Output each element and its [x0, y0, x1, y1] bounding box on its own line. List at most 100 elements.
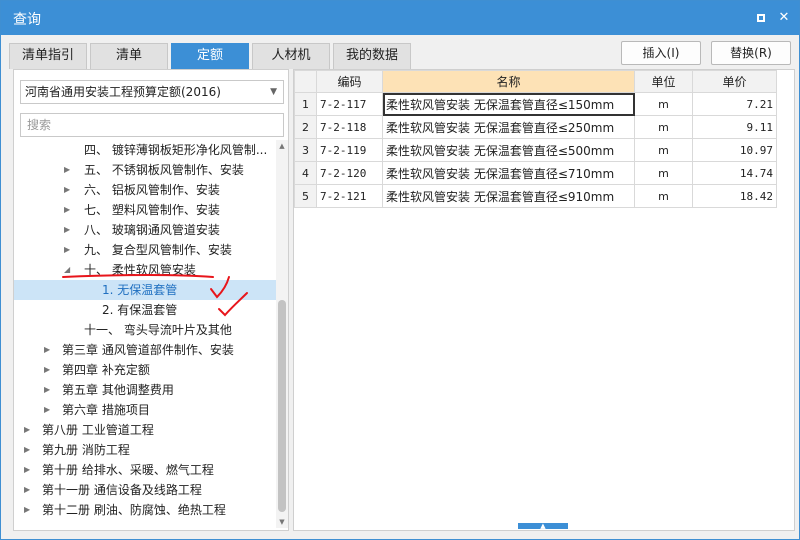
tree-item-label: 第八册 工业管道工程	[42, 423, 154, 437]
tree-item[interactable]: ▶ 六、 铝板风管制作、安装	[14, 180, 276, 200]
code-column-header[interactable]: 编码	[316, 70, 383, 93]
unit-cell[interactable]: m	[634, 138, 693, 162]
unit-cell[interactable]: m	[634, 92, 693, 116]
replace-button[interactable]: 替换(R)	[711, 41, 791, 65]
price-cell[interactable]: 9.11	[692, 115, 777, 139]
tree-item[interactable]: 1. 无保温套管	[14, 280, 276, 300]
tree-item[interactable]: ▶ 第十二册 刷油、防腐蚀、绝热工程	[14, 500, 276, 520]
chapter-tree: 四、 镀锌薄钢板矩形净化风管制... ▶ 五、 不锈钢板风管制作、安装 ▶ 六、 铝板风…	[14, 140, 276, 528]
tree-item[interactable]: ▶ 第九册 消防工程	[14, 440, 276, 460]
tree-item[interactable]: 十一、 弯头导流叶片及其他	[14, 320, 276, 340]
name-cell[interactable]: 柔性软风管安装 无保温套管直径≤910mm	[382, 184, 635, 208]
tree-item[interactable]: ▶ 八、 玻璃钢通风管道安装	[14, 220, 276, 240]
expand-arrow-icon[interactable]: ▶	[24, 500, 30, 520]
tree-item[interactable]: 2. 有保温套管	[14, 300, 276, 320]
price-column-header[interactable]: 单价	[692, 70, 777, 93]
tree-item[interactable]: ▶ 第八册 工业管道工程	[14, 420, 276, 440]
tree-item-label: 第九册 消防工程	[42, 443, 130, 457]
insert-button[interactable]: 插入(I)	[621, 41, 701, 65]
expand-arrow-icon[interactable]: ▶	[24, 420, 30, 440]
tree-item-label: 六、 铝板风管制作、安装	[84, 183, 220, 197]
tree-item[interactable]: ▶ 第十册 给排水、采暖、燃气工程	[14, 460, 276, 480]
expand-arrow-icon[interactable]: ▶	[24, 440, 30, 460]
expand-arrow-icon[interactable]: ▶	[64, 220, 70, 240]
expand-arrow-icon[interactable]: ▶	[64, 240, 70, 260]
tree-item[interactable]: ▶ 五、 不锈钢板风管制作、安装	[14, 160, 276, 180]
tab-my-data[interactable]: 我的数据	[333, 43, 411, 69]
expand-arrow-icon[interactable]: ▶	[24, 460, 30, 480]
table-row[interactable]: 4 7-2-120 柔性软风管安装 无保温套管直径≤710mm m 14.74	[294, 161, 777, 185]
collapse-arrow-icon[interactable]: ◢	[64, 260, 70, 280]
tab-labor-material-machine[interactable]: 人材机	[252, 43, 330, 69]
table-row[interactable]: 5 7-2-121 柔性软风管安装 无保温套管直径≤910mm m 18.42	[294, 184, 777, 208]
tree-item[interactable]: ▶ 第三章 通风管道部件制作、安装	[14, 340, 276, 360]
price-cell[interactable]: 14.74	[692, 161, 777, 185]
tree-item[interactable]: ▶ 九、 复合型风管制作、安装	[14, 240, 276, 260]
expand-arrow-icon[interactable]: ▶	[44, 400, 50, 420]
tree-item[interactable]: ▶ 第十一册 通信设备及线路工程	[14, 480, 276, 500]
row-number-cell[interactable]: 1	[294, 92, 317, 116]
scroll-up-icon[interactable]: ▲	[276, 140, 288, 152]
dropdown-arrow-icon[interactable]: ▼	[270, 81, 277, 103]
code-cell[interactable]: 7-2-120	[316, 161, 383, 185]
tree-item[interactable]: 四、 镀锌薄钢板矩形净化风管制...	[14, 140, 276, 160]
tree-item-label: 九、 复合型风管制作、安装	[84, 243, 232, 257]
name-cell[interactable]: 柔性软风管安装 无保温套管直径≤150mm	[382, 92, 635, 116]
tab-bill[interactable]: 清单	[90, 43, 168, 69]
title-bar[interactable]: 查询 ✕	[1, 1, 799, 35]
name-cell[interactable]: 柔性软风管安装 无保温套管直径≤250mm	[382, 115, 635, 139]
tree-item-label: 十、 柔性软风管安装	[84, 263, 196, 277]
name-cell[interactable]: 柔性软风管安装 无保温套管直径≤710mm	[382, 161, 635, 185]
maximize-icon[interactable]	[751, 8, 771, 28]
table-row[interactable]: 3 7-2-119 柔性软风管安装 无保温套管直径≤500mm m 10.97	[294, 138, 777, 162]
row-number-cell[interactable]: 3	[294, 138, 317, 162]
price-cell[interactable]: 7.21	[692, 92, 777, 116]
quota-library-value: 河南省通用安装工程预算定额(2016)	[25, 85, 221, 99]
quota-tree-panel: 河南省通用安装工程预算定额(2016) ▼ 四、 镀锌薄钢板矩形净化风管制...…	[13, 69, 289, 531]
scroll-thumb[interactable]	[278, 300, 286, 512]
search-input[interactable]	[20, 113, 284, 137]
tree-item-label: 八、 玻璃钢通风管道安装	[84, 223, 220, 237]
tree-item-label: 第十一册 通信设备及线路工程	[42, 483, 202, 497]
tree-item[interactable]: ▶ 第五章 其他调整费用	[14, 380, 276, 400]
tree-item-label: 第十册 给排水、采暖、燃气工程	[42, 463, 214, 477]
price-cell[interactable]: 10.97	[692, 138, 777, 162]
scroll-down-icon[interactable]: ▼	[276, 516, 288, 528]
quota-library-select[interactable]: 河南省通用安装工程预算定额(2016) ▼	[20, 80, 284, 104]
query-dialog: 查询 ✕ 清单指引 清单 定额 人材机 我的数据 插入(I) 替换(R) 河南省…	[0, 0, 800, 540]
row-number-cell[interactable]: 5	[294, 184, 317, 208]
expand-arrow-icon[interactable]: ▶	[44, 340, 50, 360]
tree-item[interactable]: ▶ 第四章 补充定额	[14, 360, 276, 380]
unit-cell[interactable]: m	[634, 161, 693, 185]
expand-arrow-icon[interactable]: ▶	[64, 200, 70, 220]
panel-splitter-handle[interactable]: ▲	[518, 523, 568, 530]
tab-bill-guide[interactable]: 清单指引	[9, 43, 87, 69]
close-icon[interactable]: ✕	[774, 8, 794, 28]
table-row[interactable]: 1 7-2-117 柔性软风管安装 无保温套管直径≤150mm m 7.21	[294, 92, 777, 116]
row-number-cell[interactable]: 4	[294, 161, 317, 185]
code-cell[interactable]: 7-2-117	[316, 92, 383, 116]
code-cell[interactable]: 7-2-119	[316, 138, 383, 162]
expand-arrow-icon[interactable]: ▶	[64, 180, 70, 200]
expand-arrow-icon[interactable]: ▶	[44, 360, 50, 380]
code-cell[interactable]: 7-2-118	[316, 115, 383, 139]
code-cell[interactable]: 7-2-121	[316, 184, 383, 208]
expand-arrow-icon[interactable]: ▶	[24, 480, 30, 500]
row-number-cell[interactable]: 2	[294, 115, 317, 139]
table-row[interactable]: 2 7-2-118 柔性软风管安装 无保温套管直径≤250mm m 9.11	[294, 115, 777, 139]
name-column-header[interactable]: 名称	[382, 70, 635, 93]
tree-item-label: 第六章 措施项目	[62, 403, 150, 417]
name-cell[interactable]: 柔性软风管安装 无保温套管直径≤500mm	[382, 138, 635, 162]
unit-column-header[interactable]: 单位	[634, 70, 693, 93]
tab-quota[interactable]: 定额	[171, 43, 249, 69]
tree-item[interactable]: ▶ 七、 塑料风管制作、安装	[14, 200, 276, 220]
expand-arrow-icon[interactable]: ▶	[44, 380, 50, 400]
tree-item-label: 1. 无保温套管	[102, 283, 178, 297]
tree-scrollbar[interactable]: ▲ ▼	[276, 140, 288, 528]
unit-cell[interactable]: m	[634, 115, 693, 139]
expand-arrow-icon[interactable]: ▶	[64, 160, 70, 180]
price-cell[interactable]: 18.42	[692, 184, 777, 208]
unit-cell[interactable]: m	[634, 184, 693, 208]
tree-item[interactable]: ◢ 十、 柔性软风管安装	[14, 260, 276, 280]
tree-item[interactable]: ▶ 第六章 措施项目	[14, 400, 276, 420]
